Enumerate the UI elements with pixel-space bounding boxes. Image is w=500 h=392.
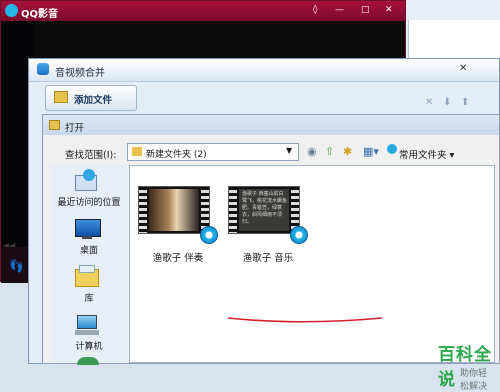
places-bar: 最近访问的位置 桌面 库 计算机	[51, 165, 127, 365]
back-icon[interactable]: ◉	[307, 145, 317, 158]
file-list-pane: 渔歌子 伴奏 渔歌子 西塞山前白鹭飞，桃花流水鳜鱼肥。青箬笠，绿蓑衣，斜风细雨不…	[129, 165, 495, 392]
video-thumbnail-2: 渔歌子 西塞山前白鹭飞，桃花流水鳜鱼肥。青箬笠，绿蓑衣，斜风细雨不须归。	[228, 186, 300, 234]
merge-close-button[interactable]: ✕	[459, 63, 467, 74]
merge-title-text: 音视频合并	[55, 68, 105, 79]
background-panel-content	[408, 20, 500, 60]
footprint-icon[interactable]: 👣	[9, 259, 24, 273]
computer-icon[interactable]	[73, 313, 101, 337]
desktop-icon[interactable]	[73, 217, 101, 241]
chevron-down-icon[interactable]: ▼	[286, 146, 292, 155]
thumbnail-text: 渔歌子 西塞山前白鹭飞，桃花流水鳜鱼肥。青箬笠，绿蓑衣，斜风细雨不须归。	[242, 191, 288, 225]
place-label-desktop[interactable]: 桌面	[51, 243, 127, 256]
file-name: 渔歌子 音乐	[242, 253, 294, 264]
new-folder-icon[interactable]: ✱	[343, 145, 352, 158]
view-menu-icon[interactable]: ▦▾	[363, 145, 379, 158]
qq-title-bar[interactable]: QQ影音 ◊ — □ ✕	[1, 1, 405, 21]
delete-icon[interactable]: ✕	[425, 97, 433, 108]
folder-add-icon	[54, 91, 68, 103]
video-thumbnail-1	[138, 186, 210, 234]
move-down-icon[interactable]: ⬇	[443, 97, 451, 108]
add-file-button[interactable]: 添加文件	[45, 85, 137, 111]
place-label-computer[interactable]: 计算机	[51, 339, 127, 352]
place-label-libraries[interactable]: 库	[51, 291, 127, 304]
skin-icon[interactable]: ◊	[313, 5, 317, 15]
qq-title-text: QQ影音	[21, 9, 59, 20]
add-file-label: 添加文件	[74, 95, 113, 106]
merge-title-bar[interactable]: 音视频合并 ✕	[29, 59, 499, 82]
watermark-subtitle: 助你轻松解决	[460, 369, 488, 392]
qq-media-icon	[290, 226, 308, 244]
close-button[interactable]: ✕	[385, 5, 393, 15]
dialog-title-text: 打开	[65, 123, 85, 134]
red-underline-annotation	[227, 317, 383, 323]
file-name: 渔歌子 伴奏	[152, 253, 204, 264]
maximize-button[interactable]: □	[361, 5, 370, 15]
place-label-recent[interactable]: 最近访问的位置	[51, 195, 127, 208]
favorites-label: 常用文件夹	[399, 150, 447, 161]
merge-app-icon	[37, 63, 49, 75]
dialog-title-bar[interactable]: 打开	[43, 115, 499, 135]
minimize-button[interactable]: —	[335, 5, 344, 15]
libraries-icon[interactable]	[73, 265, 101, 289]
recent-places-icon[interactable]	[73, 169, 101, 193]
lookin-value: 新建文件夹 (2)	[146, 150, 207, 160]
move-up-icon[interactable]: ⬆	[461, 97, 469, 108]
favorites-icon	[387, 144, 397, 154]
open-file-dialog: 打开 查找范围(I): 新建文件夹 (2) ▼ ◉ ⇧ ✱ ▦▾ 常用文件夹 ▾…	[42, 114, 500, 392]
qq-logo-icon	[5, 4, 18, 17]
file-item[interactable]: 渔歌子 西塞山前白鹭飞，桃花流水鳜鱼肥。青箬笠，绿蓑衣，斜风细雨不须归。 渔歌子…	[226, 186, 310, 266]
qq-media-icon	[200, 226, 218, 244]
lookin-label: 查找范围(I):	[65, 150, 117, 161]
favorites-dropdown[interactable]: 常用文件夹 ▾	[399, 147, 454, 161]
folder-icon	[132, 147, 142, 156]
up-folder-icon[interactable]: ⇧	[325, 145, 334, 158]
file-item[interactable]: 渔歌子 伴奏	[136, 186, 220, 266]
folder-icon	[49, 120, 60, 130]
lookin-dropdown[interactable]: 新建文件夹 (2) ▼	[127, 143, 299, 161]
